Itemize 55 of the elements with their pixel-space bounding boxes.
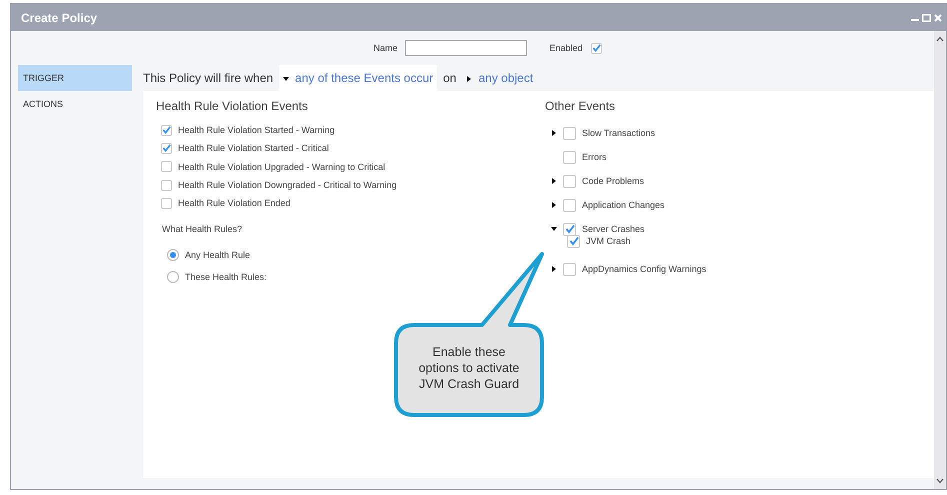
- section-heading: Health Rule Violation Events: [156, 98, 309, 115]
- section-heading: Other Events: [545, 98, 616, 115]
- window-title: Create Policy: [21, 10, 98, 24]
- checkbox-label: Slow Transactions: [582, 128, 656, 138]
- checkbox[interactable]: [563, 222, 576, 236]
- enabled-checkbox[interactable]: [590, 42, 602, 54]
- sidebar-tab[interactable]: ACTIONS: [18, 91, 132, 117]
- checkbox-label: Application Changes: [582, 200, 665, 210]
- expand-arrow-icon[interactable]: [551, 266, 557, 272]
- radio-button[interactable]: [167, 249, 179, 262]
- checkbox[interactable]: [161, 180, 172, 191]
- scroll-down-icon[interactable]: [936, 478, 944, 484]
- checkbox[interactable]: [563, 150, 576, 164]
- caret-down-icon: [283, 76, 290, 82]
- checkbox-label: Errors: [582, 152, 606, 162]
- close-icon[interactable]: [934, 14, 942, 22]
- checkbox-label: Health Rule Violation Downgraded - Critical to Warning: [178, 180, 397, 190]
- scrollbar[interactable]: [934, 31, 946, 489]
- checkbox[interactable]: [563, 198, 576, 212]
- checkbox[interactable]: [161, 161, 172, 172]
- radio-button[interactable]: [167, 271, 179, 284]
- name-label: Name: [373, 43, 398, 53]
- checkbox[interactable]: [563, 262, 576, 276]
- checkbox-label: AppDynamics Config Warnings: [582, 264, 706, 274]
- collapse-arrow-icon[interactable]: [551, 226, 557, 232]
- scroll-up-icon[interactable]: [936, 36, 944, 42]
- sidebar-tab[interactable]: TRIGGER: [18, 65, 132, 91]
- checkbox-label: Health Rule Violation Upgraded - Warning to Critical: [178, 162, 386, 172]
- checkbox-label: Health Rule Violation Started - Critical: [178, 143, 329, 154]
- expand-arrow-icon[interactable]: [551, 202, 557, 208]
- checkbox-label: Server Crashes: [582, 224, 645, 234]
- events-dropdown[interactable]: any of these Events occur: [279, 65, 438, 91]
- callout-text: Enable these options to activate JVM Crash Guard: [418, 344, 520, 392]
- radio-label: These Health Rules:: [185, 272, 267, 282]
- trigger-text: This Policy will fire when: [143, 71, 274, 85]
- checkbox[interactable]: [563, 174, 576, 188]
- checkbox[interactable]: [161, 142, 172, 154]
- checkbox-label: Code Problems: [582, 176, 644, 186]
- maximize-icon[interactable]: [922, 14, 931, 22]
- question-label: What Health Rules?: [162, 224, 244, 234]
- caret-right-icon: [466, 76, 472, 82]
- name-field[interactable]: [405, 40, 528, 56]
- expand-arrow-icon[interactable]: [551, 178, 557, 184]
- checkbox-label: Health Rule Violation Ended: [178, 198, 290, 208]
- on-text: on: [443, 71, 456, 85]
- radio-label: Any Health Rule: [185, 250, 250, 260]
- checkbox[interactable]: [563, 126, 576, 140]
- checkbox[interactable]: [161, 198, 172, 209]
- checkbox-label: Health Rule Violation Started - Warning: [178, 125, 335, 136]
- expand-arrow-icon[interactable]: [551, 130, 557, 136]
- checkbox[interactable]: [161, 124, 172, 136]
- checkbox[interactable]: [567, 234, 580, 248]
- checkbox-label: JVM Crash: [586, 236, 631, 246]
- object-dropdown[interactable]: any object: [462, 65, 538, 91]
- enabled-label: Enabled: [549, 43, 583, 53]
